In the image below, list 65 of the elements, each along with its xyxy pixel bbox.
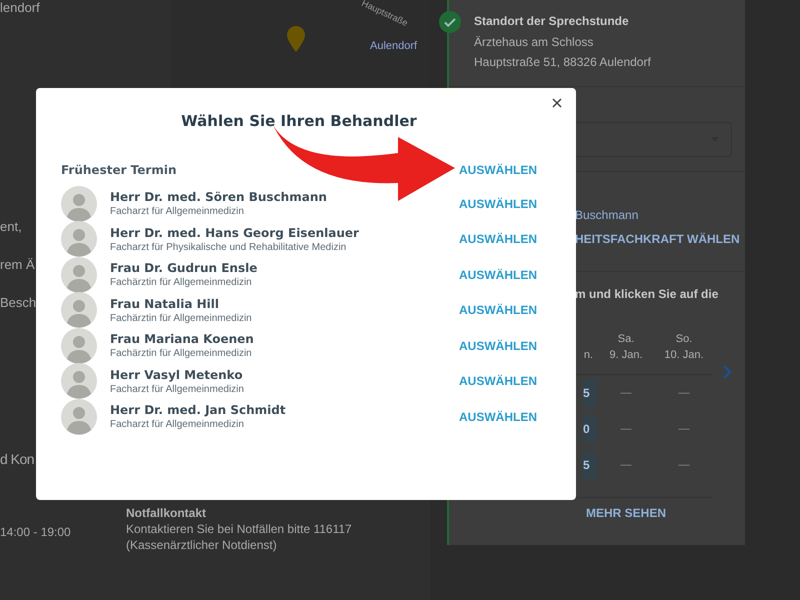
- opening-hours: 14:00 - 19:00: [0, 525, 72, 541]
- empty-slot: —: [678, 387, 690, 399]
- practitioner-name: Frau Dr. Gudrun Ensle: [110, 260, 258, 276]
- empty-slot: —: [620, 459, 632, 471]
- practitioner-name: Herr Vasyl Metenko: [110, 366, 244, 383]
- empty-slot: —: [620, 423, 632, 435]
- emergency-text: Kontaktieren Sie bei Notfällen bitte 116117: [126, 521, 352, 537]
- practitioner-name: Frau Mariana Koenen: [110, 331, 255, 348]
- practitioner-name: Buschmann: [575, 208, 640, 222]
- avatar-icon: [61, 398, 97, 435]
- specialty-text: Facharzt für Allgemeinmedizin: [110, 382, 245, 396]
- avatar-icon: [61, 256, 97, 293]
- chevron-right-icon[interactable]: [722, 365, 732, 379]
- select-link[interactable]: AUSWÄHLEN: [459, 268, 537, 282]
- address-text: lendorf: [0, 0, 40, 17]
- weekday-label: So.: [676, 332, 692, 347]
- location-address: Ärztehaus am Schloss: [474, 34, 594, 51]
- time-slot[interactable]: 5: [583, 451, 597, 479]
- location-title: Standort der Sprechstunde: [474, 13, 630, 30]
- dialog-title: Wählen Sie Ihren Behandler: [180, 112, 418, 130]
- select-link[interactable]: AUSWÄHLEN: [459, 374, 537, 388]
- time-slot[interactable]: 0: [583, 415, 597, 443]
- select-link[interactable]: AUSWÄHLEN: [459, 163, 537, 177]
- specialty-text: Fachärztin für Allgemeinmedizin: [110, 347, 253, 360]
- paragraph-text: ent,: [0, 219, 22, 235]
- select-link[interactable]: AUSWÄHLEN: [459, 338, 537, 353]
- practitioner-name: Herr Dr. med. Hans Georg Eisenlauer: [110, 224, 360, 241]
- date-label: n.: [584, 348, 593, 363]
- instruction-text: m und klicken Sie auf die: [575, 287, 720, 301]
- paragraph-text: rem Ä: [0, 257, 35, 273]
- map-pin-icon: [287, 26, 305, 52]
- section-heading: d Kon: [0, 451, 34, 467]
- date-label: 10. Jan.: [664, 348, 704, 363]
- emergency-heading: Notfallkontakt: [126, 505, 208, 521]
- practitioner-name: Frau Natalia Hill: [110, 296, 220, 312]
- avatar-icon: [61, 186, 97, 222]
- specialty-text: Fachärztin für Allgemeinmedizin: [110, 276, 253, 290]
- avatar-icon: [61, 328, 97, 364]
- specialty-text: Fachärztin für Allgemeinmedizin: [110, 312, 253, 325]
- avatar-icon: [61, 292, 97, 328]
- specialty-text: Facharzt für Allgemeinmedizin: [110, 205, 245, 218]
- emergency-text: (Kassenärztlicher Notdienst): [126, 537, 278, 553]
- practitioner-name: Herr Dr. med. Sören Buschmann: [110, 189, 328, 206]
- paragraph-text: Besch: [0, 295, 36, 311]
- empty-slot: —: [678, 423, 690, 435]
- avatar-icon: [61, 363, 97, 400]
- time-slot[interactable]: 5: [583, 379, 597, 407]
- empty-slot: —: [620, 387, 632, 399]
- weekday-label: Sa.: [618, 332, 634, 347]
- specialty-text: Facharzt für Physikalische und Rehabilitative Medizin: [110, 240, 348, 254]
- select-link[interactable]: AUSWÄHLEN: [459, 303, 537, 318]
- empty-slot: —: [678, 459, 690, 471]
- select-link[interactable]: AUSWÄHLEN: [459, 410, 537, 424]
- date-label: 9. Jan.: [609, 348, 643, 363]
- avatar-icon: [61, 221, 97, 258]
- earliest-label: Frühester Termin: [61, 163, 176, 177]
- town-label: Aulendorf: [370, 40, 418, 52]
- select-link[interactable]: AUSWÄHLEN: [459, 196, 537, 211]
- location-address: Hauptstraße 51, 88326 Aulendorf: [474, 54, 651, 71]
- choose-link[interactable]: HEITSFACHKRAFT WÄHLEN: [575, 232, 745, 246]
- specialty-text: Facharzt für Allgemeinmedizin: [110, 418, 245, 432]
- select-link[interactable]: AUSWÄHLEN: [459, 232, 537, 246]
- close-icon: [552, 98, 562, 108]
- practitioner-name: Herr Dr. med. Jan Schmidt: [110, 402, 287, 418]
- close-button[interactable]: [550, 96, 564, 110]
